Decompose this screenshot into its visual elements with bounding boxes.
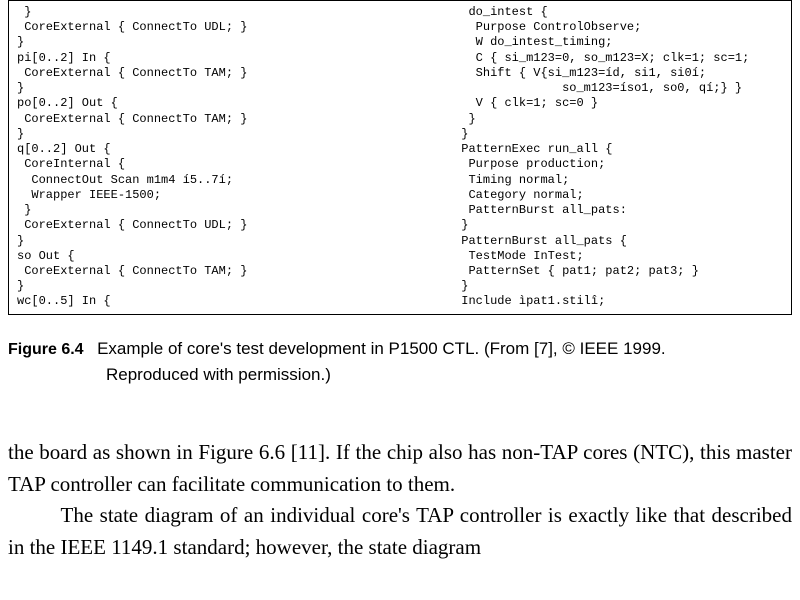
paragraph-2: The state diagram of an individual core'… bbox=[8, 500, 792, 563]
caption-text-line2: Reproduced with permission.) bbox=[106, 362, 792, 388]
caption-text-line1: Example of core's test development in P1… bbox=[97, 339, 666, 358]
figure-caption: Figure 6.4 Example of core's test develo… bbox=[8, 335, 792, 388]
figure-label: Figure 6.4 bbox=[8, 341, 84, 358]
body-text: the board as shown in Figure 6.6 [11]. I… bbox=[8, 437, 792, 563]
paragraph-1: the board as shown in Figure 6.6 [11]. I… bbox=[8, 437, 792, 500]
code-right-column: do_intest { Purpose ControlObserve; W do… bbox=[461, 5, 783, 310]
code-left-column: } CoreExternal { ConnectTo UDL; } } pi[0… bbox=[17, 5, 461, 310]
code-listing: } CoreExternal { ConnectTo UDL; } } pi[0… bbox=[8, 0, 792, 315]
